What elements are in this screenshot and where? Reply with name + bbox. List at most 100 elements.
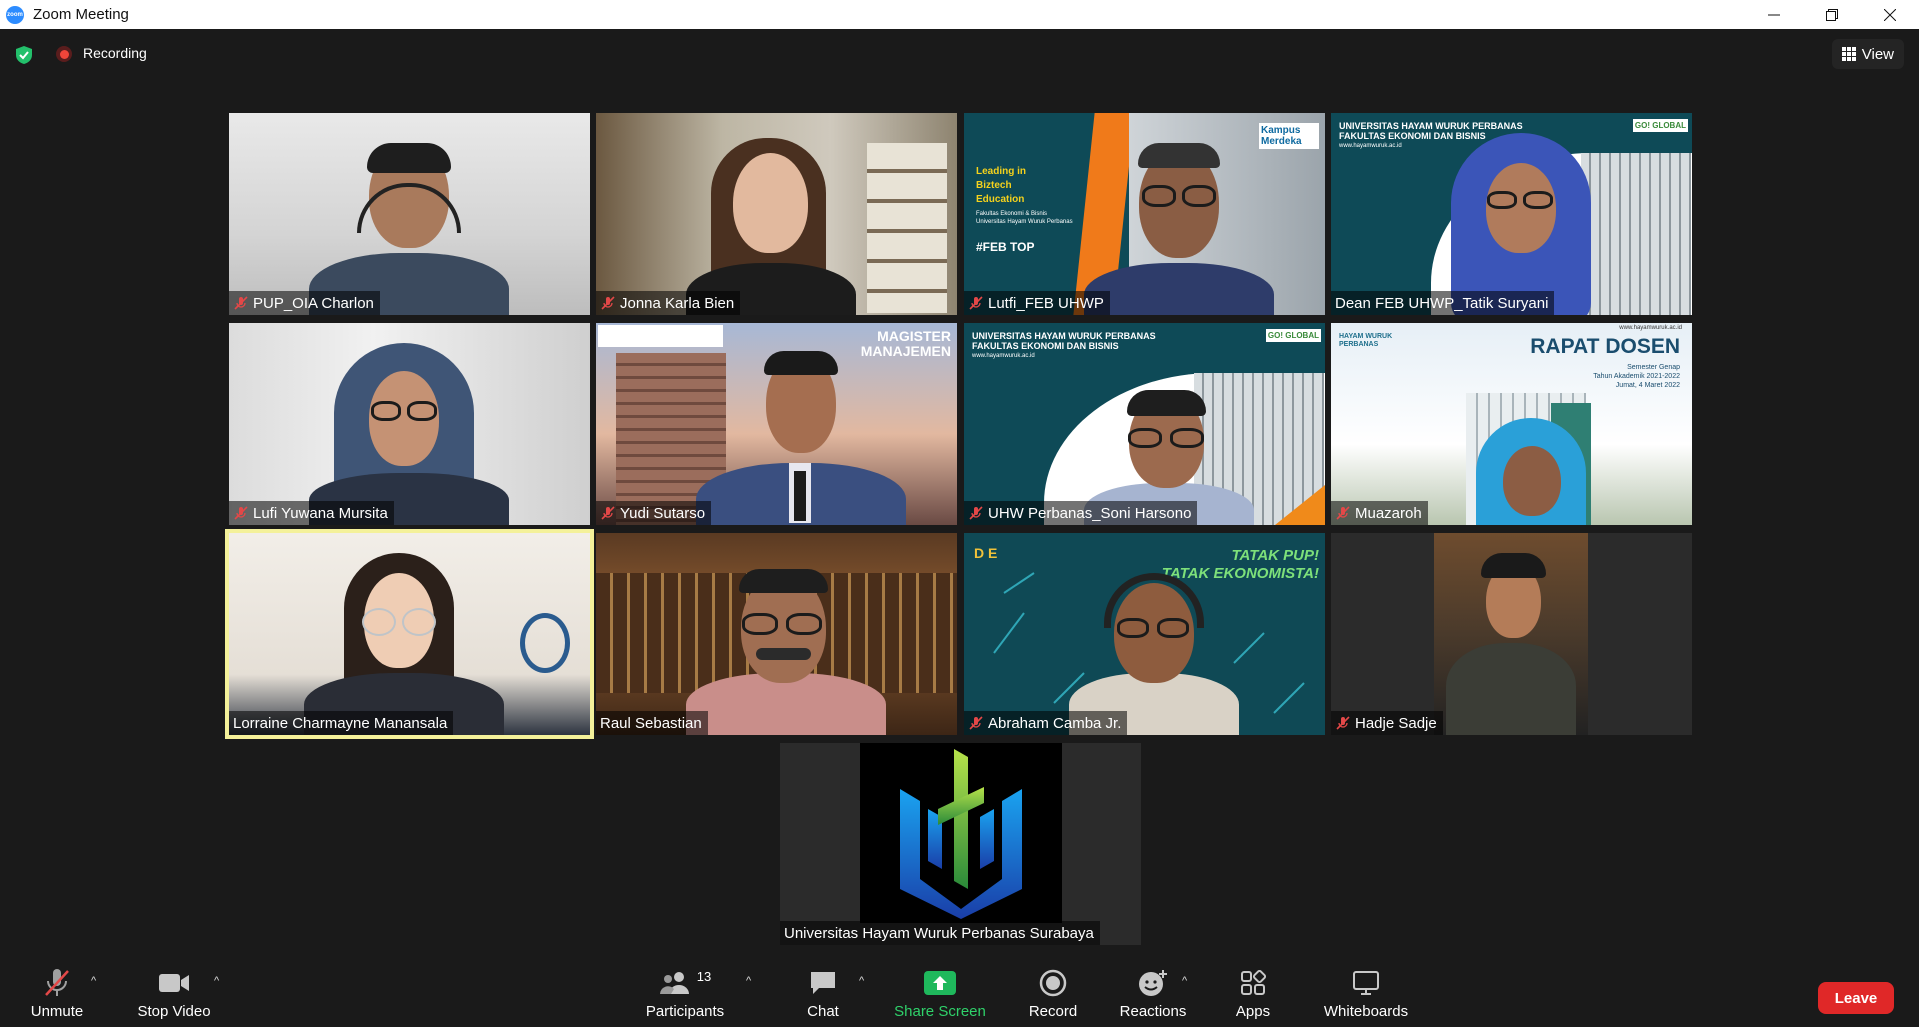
muted-mic-icon (1336, 716, 1350, 730)
reactions-label: Reactions (1119, 1003, 1187, 1020)
participant-name-bar: Yudi Sutarso (596, 501, 712, 525)
recording-label[interactable]: Recording (83, 45, 147, 61)
chat-label: Chat (807, 1003, 839, 1020)
apps-icon (1241, 970, 1266, 995)
magister-title: MAGISTER MANAJEMEN (861, 329, 951, 359)
faculty-name: FAKULTAS EKONOMI DAN BISNIS (972, 341, 1119, 351)
participant-tile[interactable]: HAYAM WURUK PERBANAS www.hayamwuruk.ac.i… (1331, 323, 1692, 525)
participant-tile[interactable]: Leading in Biztech Education Fakultas Ek… (964, 113, 1325, 315)
go-global-badge: GO! GLOBAL (1265, 329, 1321, 342)
reactions-options-chevron-up-icon[interactable]: ^ (1182, 975, 1187, 987)
participant-tile[interactable]: MAGISTER MANAJEMEN Yudi Sutarso (596, 323, 957, 525)
restore-icon (1826, 8, 1838, 21)
participant-tile[interactable]: Jonna Karla Bien (596, 113, 957, 315)
apps-button[interactable]: Apps (1193, 965, 1313, 1020)
audio-options-chevron-up-icon[interactable]: ^ (91, 975, 96, 987)
participant-tile[interactable]: Lufi Yuwana Mursita (229, 323, 590, 525)
video-options-chevron-up-icon[interactable]: ^ (214, 975, 219, 987)
participant-name: Dean FEB UHWP_Tatik Suryani (1335, 294, 1549, 312)
participant-name: Lutfi_FEB UHWP (988, 294, 1104, 312)
participant-name-bar: Abraham Camba Jr. (964, 711, 1128, 735)
background-slogan: Leading in Biztech Education Fakultas Ek… (976, 165, 1076, 254)
participant-name-bar: Lufi Yuwana Mursita (229, 501, 394, 525)
chat-button[interactable]: Chat (763, 965, 883, 1020)
close-window-button[interactable] (1861, 0, 1919, 29)
participants-button[interactable]: 13 Participants (625, 965, 745, 1021)
slogan-line: Leading in (976, 166, 1026, 177)
minimize-button[interactable] (1745, 0, 1803, 29)
participant-name-bar: Universitas Hayam Wuruk Perbanas Surabay… (780, 921, 1100, 945)
participant-name-bar: Jonna Karla Bien (596, 291, 741, 315)
participant-tile[interactable]: UNIVERSITAS HAYAM WURUK PERBANAS FAKULTA… (1331, 113, 1692, 315)
university-name: UNIVERSITAS HAYAM WURUK PERBANAS (972, 331, 1156, 341)
participant-tile[interactable]: Hadje Sadje (1331, 533, 1692, 735)
participant-name: Hadje Sadje (1355, 714, 1437, 732)
participant-name: Yudi Sutarso (620, 504, 706, 522)
meeting-title: RAPAT DOSEN (1530, 335, 1680, 358)
record-icon (1039, 969, 1067, 997)
muted-mic-icon (601, 296, 615, 310)
meeting-info-line: Tahun Akademik 2021-2022 (1593, 373, 1680, 380)
whiteboard-icon (1353, 971, 1379, 995)
participant-name-bar: Muazaroh (1331, 501, 1428, 525)
participants-label: Participants (645, 1003, 725, 1020)
muted-mic-icon (234, 506, 248, 520)
chat-options-chevron-up-icon[interactable]: ^ (859, 975, 864, 987)
zoom-logo-icon: zoom (6, 5, 24, 24)
background-building (1581, 153, 1691, 315)
muted-mic-icon (234, 296, 248, 310)
slogan-hashtag: #FEB TOP (976, 240, 1035, 254)
participants-options-chevron-up-icon[interactable]: ^ (746, 975, 751, 987)
video-camera-icon (159, 974, 189, 992)
encryption-shield-icon[interactable] (15, 45, 33, 65)
participant-name: Jonna Karla Bien (620, 294, 735, 312)
university-url: www.hayamwuruk.ac.id (972, 353, 1035, 359)
view-button[interactable]: View (1831, 39, 1904, 69)
muted-mic-icon (601, 506, 615, 520)
muted-mic-icon (1336, 506, 1350, 520)
university-header: UNIVERSITAS HAYAM WURUK PERBANAS FAKULTA… (972, 331, 1156, 361)
unmute-label: Unmute (30, 1003, 84, 1020)
participant-name-bar: Lorraine Charmayne Manansala (229, 711, 454, 735)
kampus-merdeka-badge: Kampus Merdeka (1259, 123, 1319, 149)
slogan-line: TATAK EKONOMISTA! (1161, 565, 1319, 582)
meeting-info-line: Jumat, 4 Maret 2022 (1615, 382, 1680, 389)
meeting-info-line: Semester Genap (1627, 364, 1680, 371)
participant-tile[interactable]: D E TATAK PUP! TATAK EKONOMISTA! Abraham… (964, 533, 1325, 735)
org-logo-badge: D E (974, 545, 998, 561)
whiteboards-button[interactable]: Whiteboards (1306, 965, 1426, 1020)
share-screen-button[interactable]: Share Screen (880, 965, 1000, 1020)
participant-name-bar: UHW Perbanas_Soni Harsono (964, 501, 1198, 525)
participant-name-bar: Raul Sebastian (596, 711, 708, 735)
university-url: www.hayamwuruk.ac.id (1619, 325, 1682, 331)
video-gallery: PUP_OIA Charlon Jonna Karla Bien Leading… (0, 79, 1919, 945)
university-logo-icon (900, 749, 1022, 919)
go-global-badge: GO! GLOBAL (1632, 119, 1688, 132)
participant-tile[interactable]: UNIVERSITAS HAYAM WURUK PERBANAS FAKULTA… (964, 323, 1325, 525)
meeting-controls-toolbar: Unmute ^ Stop Video ^ 13 Participants ^ (0, 945, 1919, 1027)
magister-title-line: MANAJEMEN (860, 343, 951, 359)
stop-video-button[interactable]: Stop Video (114, 965, 234, 1020)
participant-name: PUP_OIA Charlon (253, 294, 374, 312)
reactions-emoji-icon (1139, 970, 1167, 996)
participant-tile[interactable]: Universitas Hayam Wuruk Perbanas Surabay… (780, 743, 1141, 945)
participant-tile[interactable]: PUP_OIA Charlon (229, 113, 590, 315)
minimize-icon (1768, 14, 1780, 15)
apps-label: Apps (1235, 1003, 1271, 1020)
unmute-button[interactable]: Unmute (0, 965, 117, 1020)
share-screen-icon (924, 971, 956, 995)
window-titlebar: zoom Zoom Meeting (0, 0, 1919, 29)
participant-name-bar: Dean FEB UHWP_Tatik Suryani (1331, 291, 1555, 315)
slogan-line: TATAK PUP! (1231, 547, 1320, 564)
restore-button[interactable] (1803, 0, 1861, 29)
participant-name: Muazaroh (1355, 504, 1422, 522)
meeting-topbar: Recording View (0, 29, 1919, 79)
participant-name: Universitas Hayam Wuruk Perbanas Surabay… (784, 924, 1094, 942)
participant-tile-active-speaker[interactable]: Lorraine Charmayne Manansala (225, 529, 594, 739)
recording-indicator-icon[interactable] (56, 46, 72, 62)
muted-mic-icon (969, 506, 983, 520)
participant-tile[interactable]: Raul Sebastian (596, 533, 957, 735)
participant-name-bar: PUP_OIA Charlon (229, 291, 380, 315)
leave-meeting-button[interactable]: Leave (1818, 982, 1894, 1014)
chat-bubble-icon (811, 972, 835, 994)
